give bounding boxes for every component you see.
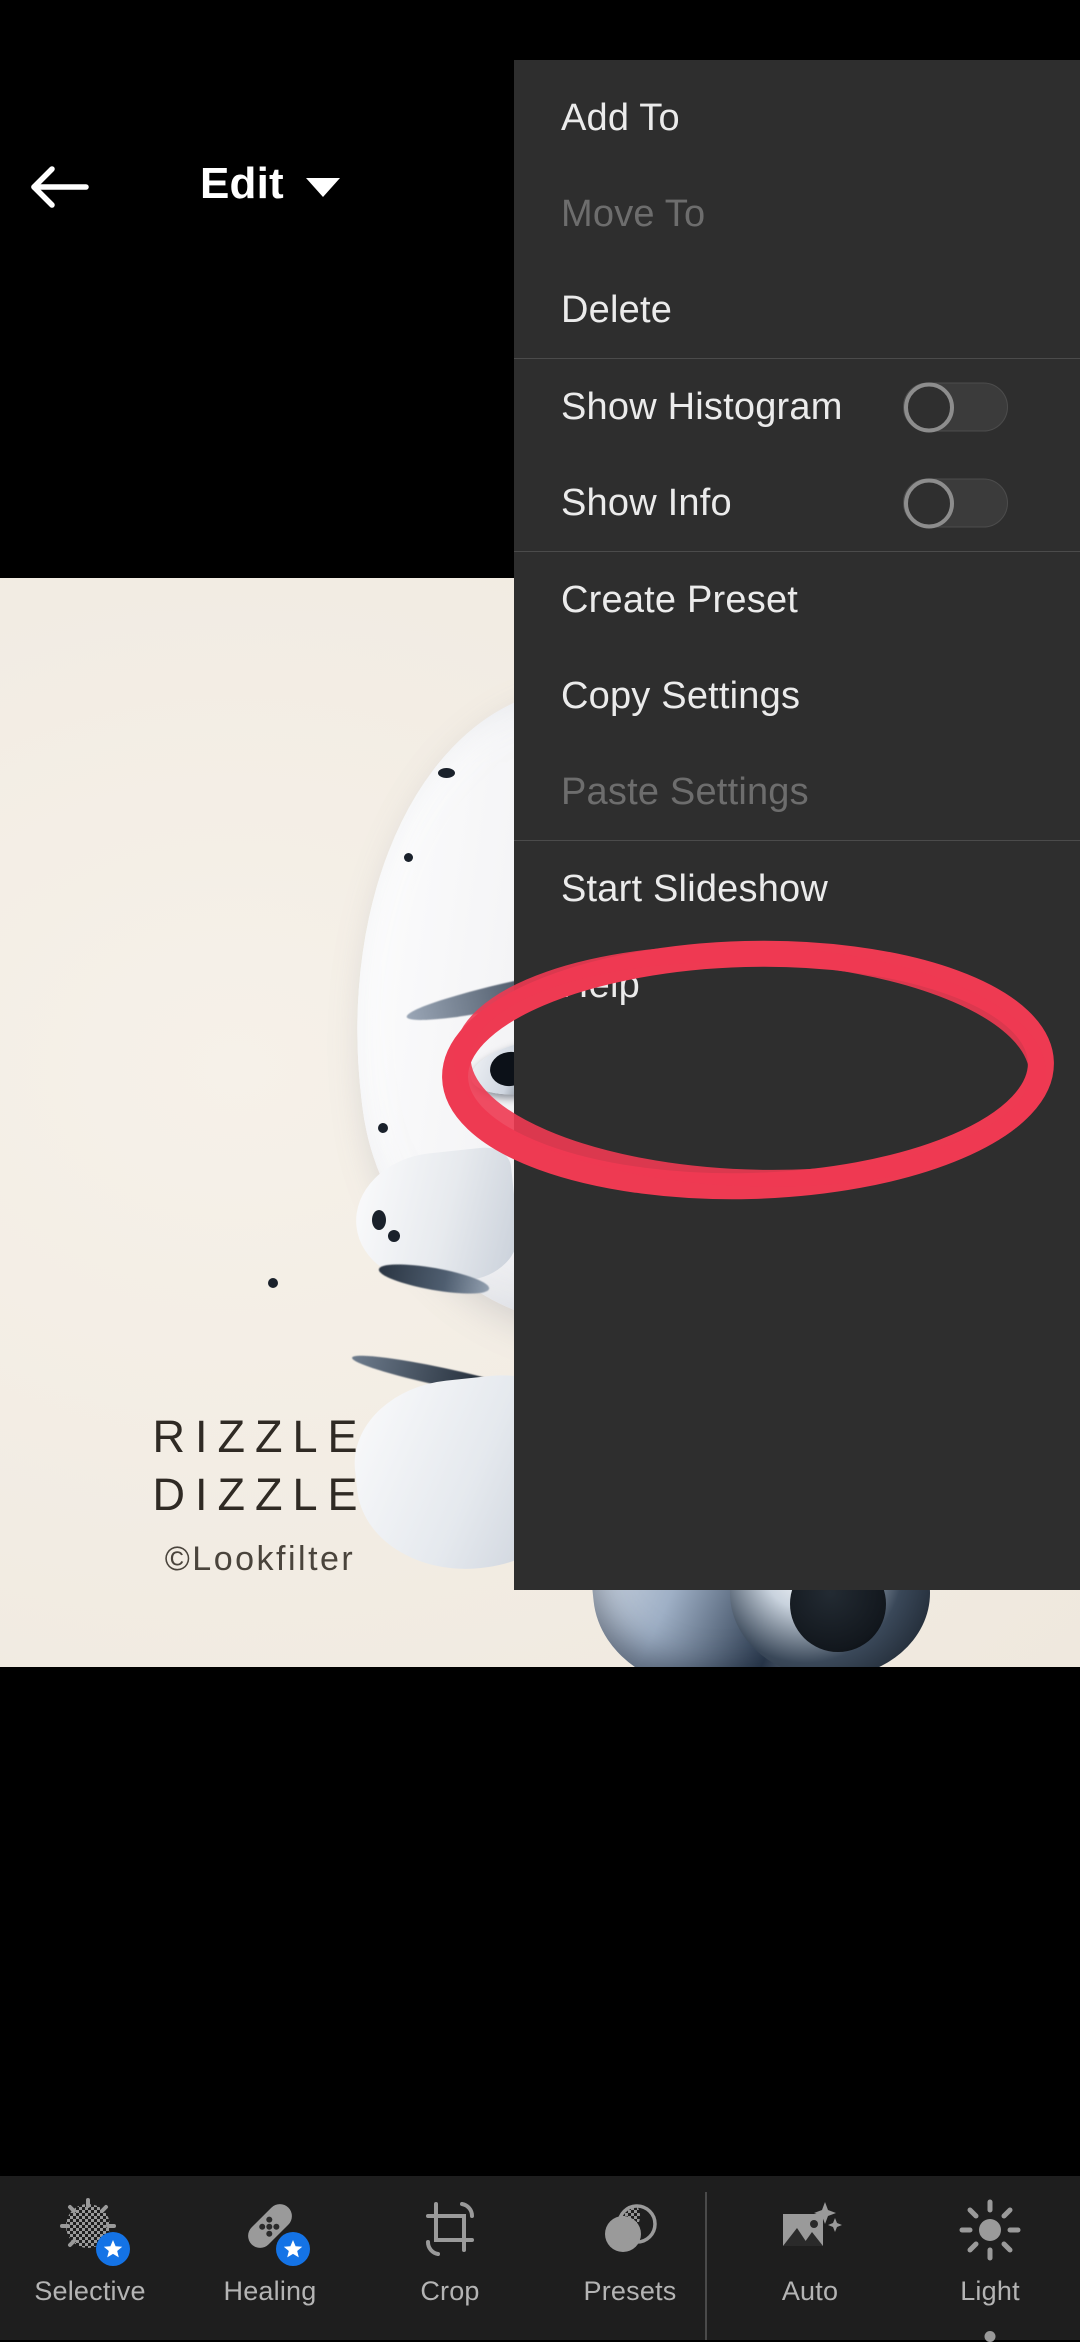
healing-icon [238,2198,310,2266]
selective-icon [58,2198,130,2266]
photo-watermark: RIZZLE DIZZLE ©Lookfilter [0,578,520,1667]
menu-item-label: Help [561,963,640,1006]
premium-star-badge [96,2232,130,2266]
menu-item-label: Add To [561,96,680,139]
menu-item-start-slideshow[interactable]: Start Slideshow [514,841,1080,937]
tool-label: Auto [781,2276,839,2306]
tool-selected-indicator [984,2331,996,2342]
menu-item-move-to: Move To [514,166,1080,262]
overflow-context-menu[interactable]: Add To Move To Delete Show Histogram Sho… [514,60,1080,1590]
menu-top-padding [514,60,1080,70]
menu-item-label: Move To [561,192,706,235]
page-title: Edit [200,159,284,208]
presets-icon [598,2198,662,2262]
tool-label: Selective [34,2276,146,2306]
tool-light[interactable]: Light [900,2176,1080,2342]
edit-title-dropdown[interactable]: Edit [200,148,340,220]
tool-label: Crop [420,2276,480,2306]
show-info-toggle[interactable] [903,478,1008,529]
tool-auto[interactable]: Auto [720,2176,900,2340]
toolbar-group-divider [705,2192,707,2340]
chevron-down-icon [305,177,340,197]
toggle-knob [904,382,954,433]
menu-item-add-to[interactable]: Add To [514,70,1080,166]
menu-item-label: Start Slideshow [561,867,829,910]
canvas-letterbox-bottom [0,1667,1080,2168]
tool-label: Healing [223,2276,317,2306]
tool-presets[interactable]: Presets [540,2176,720,2340]
show-histogram-toggle[interactable] [903,382,1008,433]
menu-item-label: Create Preset [561,578,799,621]
back-arrow-icon[interactable] [26,152,96,222]
tool-crop[interactable]: Crop [360,2176,540,2340]
watermark-credit: ©Lookfilter [164,1540,356,1578]
menu-item-show-histogram[interactable]: Show Histogram [514,359,1080,455]
watermark-line-1: RIZZLE [152,1411,368,1462]
light-icon [958,2198,1022,2262]
menu-item-label: Show Info [561,481,732,524]
tool-healing[interactable]: Healing [180,2176,360,2340]
tool-selective[interactable]: Selective [0,2176,180,2340]
toggle-knob [904,478,954,529]
menu-item-help[interactable]: Help [514,937,1080,1033]
menu-item-delete[interactable]: Delete [514,262,1080,358]
menu-item-label: Show Histogram [561,385,843,428]
tool-label: Light [960,2276,1020,2306]
edit-tool-bar[interactable]: Selective Healing Crop Presets Auto Ligh… [0,2176,1080,2342]
watermark-line-2: DIZZLE [152,1469,368,1520]
menu-item-paste-settings: Paste Settings [514,744,1080,840]
tool-label: Presets [583,2276,677,2306]
menu-item-copy-settings[interactable]: Copy Settings [514,648,1080,744]
menu-item-show-info[interactable]: Show Info [514,455,1080,551]
premium-star-badge [276,2232,310,2266]
auto-icon [778,2198,842,2262]
menu-item-label: Paste Settings [561,770,809,813]
menu-item-label: Delete [561,288,673,331]
crop-icon [418,2198,482,2262]
menu-item-label: Copy Settings [561,674,801,717]
menu-item-create-preset[interactable]: Create Preset [514,552,1080,648]
